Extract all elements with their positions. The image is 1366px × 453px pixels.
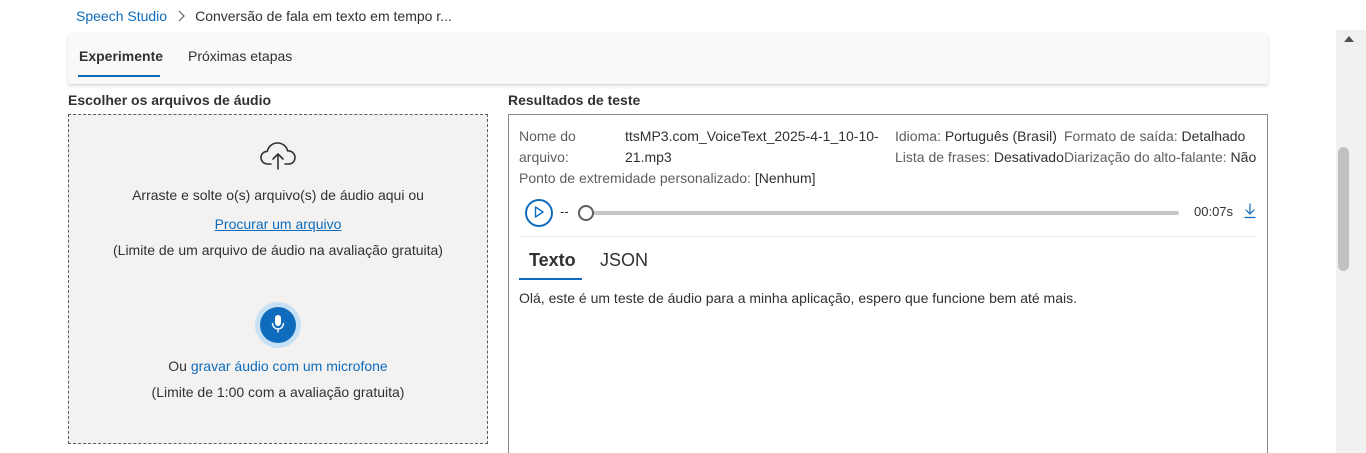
tab-texto[interactable]: Texto	[529, 250, 576, 271]
play-button[interactable]	[525, 199, 553, 227]
file-name-label: Nome do arquivo:	[519, 128, 576, 165]
or-text: Ou	[168, 358, 187, 374]
tab-json[interactable]: JSON	[600, 250, 648, 271]
breadcrumb: Speech Studio Conversão de fala em texto…	[76, 6, 452, 26]
audio-seek-track[interactable]	[581, 211, 1179, 215]
breadcrumb-speech-studio-link[interactable]: Speech Studio	[76, 8, 167, 24]
page-scrollbar[interactable]	[1336, 30, 1366, 453]
audio-duration: 00:07s	[1194, 204, 1234, 219]
file-name-value: ttsMP3.com_VoiceText_2025-4-1_10-10- 21.…	[625, 128, 879, 165]
browse-file-link[interactable]: Procurar um arquivo	[215, 216, 342, 232]
file-limit-text: (Limite de um arquivo de áudio na avalia…	[113, 242, 443, 258]
transcript-text: Olá, este é um teste de áudio para a min…	[519, 290, 1078, 306]
play-icon	[534, 205, 544, 221]
audio-seek-thumb[interactable]	[578, 205, 594, 221]
cloud-upload-icon	[259, 139, 299, 171]
audio-player: -- 00:07s	[525, 199, 1257, 227]
upload-section-title: Escolher os arquivos de áudio	[68, 92, 272, 108]
output-format-field: Formato de saída: Detalhado Diarização d…	[1064, 128, 1257, 165]
results-divider	[519, 236, 1257, 237]
tab-experimente[interactable]: Experimente	[79, 48, 163, 64]
audio-drop-zone[interactable]: Arraste e solte o(s) arquivo(s) de áudio…	[68, 114, 488, 444]
current-time: --	[560, 204, 569, 219]
microphone-icon	[271, 314, 285, 337]
scrollbar-thumb[interactable]	[1338, 147, 1349, 271]
results-section-title: Resultados de teste	[508, 92, 641, 108]
custom-endpoint-field: Ponto de extremidade personalizado: [Nen…	[519, 170, 816, 186]
record-limit-text: (Limite de 1:00 com a avaliação gratuita…	[151, 384, 405, 400]
scroll-up-arrow-icon[interactable]	[1344, 36, 1354, 42]
language-field: Idioma: Português (Brasil) Lista de fras…	[895, 128, 1064, 165]
record-microphone-button[interactable]	[260, 307, 296, 343]
tab-proximas-etapas[interactable]: Próximas etapas	[188, 48, 292, 64]
record-audio-link[interactable]: gravar áudio com um microfone	[191, 358, 388, 374]
chevron-right-icon	[177, 10, 185, 22]
drag-drop-text: Arraste e solte o(s) arquivo(s) de áudio…	[132, 187, 424, 203]
download-icon[interactable]	[1243, 202, 1257, 220]
test-results-panel: Nome do arquivo: ttsMP3.com_VoiceText_20…	[508, 114, 1268, 453]
active-tab-indicator	[78, 75, 160, 77]
page-tab-bar: Experimente Próximas etapas	[68, 34, 1268, 84]
results-active-tab-indicator	[519, 278, 582, 280]
breadcrumb-current-page: Conversão de fala em texto em tempo r...	[195, 8, 452, 24]
